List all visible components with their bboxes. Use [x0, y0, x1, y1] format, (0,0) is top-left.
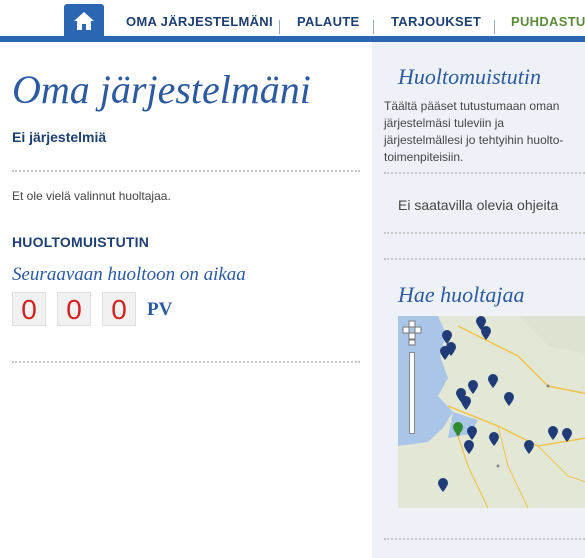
divider — [12, 170, 360, 172]
map-marker-icon[interactable] — [548, 426, 558, 440]
nav-oma-jarjestelmani[interactable]: OMA JÄRJESTELMÄNI — [126, 14, 273, 29]
nav-separator — [494, 20, 495, 34]
pan-icon — [402, 320, 422, 346]
map-marker-icon[interactable] — [489, 432, 499, 446]
reminder-description: Täältä pääset tutustumaan oman järjestel… — [384, 99, 564, 164]
divider — [384, 538, 585, 540]
map-marker-icon[interactable] — [562, 428, 572, 442]
map-marker-icon[interactable] — [488, 374, 498, 388]
nav-palaute[interactable]: PALAUTE — [297, 14, 360, 29]
main-content: Oma järjestelmäni Ei järjestelmiä Et ole… — [0, 42, 372, 558]
divider — [12, 361, 360, 363]
home-icon — [74, 12, 94, 30]
map-marker-icon[interactable] — [467, 426, 477, 440]
nav-tarjoukset[interactable]: TARJOUKSET — [391, 14, 481, 29]
map-marker-icon[interactable] — [524, 440, 534, 454]
nav-separator — [279, 20, 280, 34]
nav-puhdastul[interactable]: PUHDASTUL — [511, 14, 585, 29]
counter-digit: 0 — [12, 292, 46, 326]
map-marker-icon[interactable] — [476, 316, 486, 330]
map-terrain — [398, 316, 585, 508]
no-guides-text: Ei saatavilla olevia ohjeita — [398, 197, 559, 213]
map-marker-icon[interactable] — [464, 440, 474, 454]
map-marker-icon[interactable] — [438, 478, 448, 492]
home-button[interactable] — [64, 4, 104, 38]
reminder-heading: HUOLTOMUISTUTIN — [12, 234, 150, 250]
map-marker-icon[interactable] — [504, 392, 514, 406]
map-marker-icon[interactable] — [461, 396, 471, 410]
next-service-label: Seuraavaan huoltoon on aikaa — [12, 264, 246, 285]
reminder-title: Huoltomuistutin — [398, 64, 542, 89]
nav-separator — [373, 20, 374, 34]
page-title: Oma järjestelmäni — [12, 67, 311, 112]
map-marker-icon[interactable] — [453, 422, 463, 436]
sidebar: Huoltomuistutin Täältä pääset tutustumaa… — [372, 42, 585, 558]
days-unit: PV — [147, 299, 173, 320]
divider — [384, 172, 585, 174]
map-pan-control[interactable] — [402, 320, 422, 346]
provider-map[interactable] — [398, 316, 585, 508]
no-systems-text: Ei järjestelmiä — [12, 129, 107, 145]
top-navigation: OMA JÄRJESTELMÄNI PALAUTE TARJOUKSET PUH… — [0, 0, 585, 44]
counter-digit: 0 — [102, 292, 136, 326]
no-provider-text: Et ole vielä valinnut huoltajaa. — [12, 189, 171, 203]
divider — [384, 232, 585, 234]
map-marker-icon[interactable] — [468, 380, 478, 394]
map-marker-icon[interactable] — [440, 346, 450, 360]
find-provider-title: Hae huoltajaa — [398, 282, 525, 307]
counter-digit: 0 — [57, 292, 91, 326]
divider — [384, 258, 585, 260]
map-zoom-slider[interactable] — [409, 352, 415, 434]
